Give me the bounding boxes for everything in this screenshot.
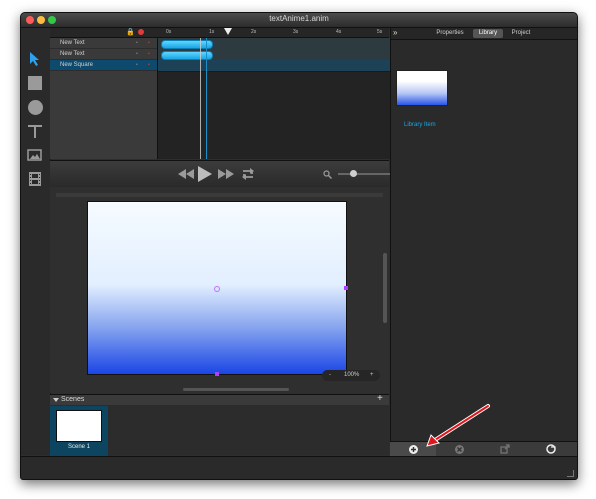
add-library-item-button[interactable] — [390, 442, 436, 456]
circle-icon — [27, 99, 43, 115]
scene-item[interactable]: Scene 1 — [50, 406, 108, 456]
layer-name: New Text — [60, 40, 85, 46]
zoom-out-button[interactable]: - — [329, 370, 331, 381]
zoom-level-label: 100% — [344, 372, 360, 378]
tick-3s: 3s — [293, 29, 299, 35]
add-scene-button[interactable]: + — [377, 394, 383, 404]
zoom-in-button[interactable]: + — [370, 370, 374, 381]
tick-0s: 0s — [166, 29, 172, 35]
transport-controls — [50, 160, 402, 188]
resize-handle[interactable] — [215, 372, 219, 376]
timeline-header: 🔒 0s 1s 2s 3s 4s 5s — [50, 28, 389, 38]
scene-label: Scene 1 — [67, 444, 91, 450]
window-title: textAnime1.anim — [269, 14, 329, 23]
resize-grip-icon[interactable] — [567, 470, 574, 477]
status-bar — [21, 456, 577, 479]
image-icon — [27, 149, 42, 161]
stage-zoom-control: - 100% + — [322, 370, 380, 381]
play-icon[interactable] — [198, 166, 212, 182]
disclosure-triangle-icon[interactable] — [53, 398, 59, 402]
text-icon — [28, 125, 42, 138]
scene-preview — [56, 410, 102, 442]
title-bar: textAnime1.anim — [21, 13, 577, 28]
scenes-list: Scene 1 — [50, 405, 389, 456]
video-tool-button[interactable] — [26, 170, 44, 188]
visibility-dot[interactable]: • — [148, 60, 150, 70]
lock-dot[interactable]: • — [136, 49, 138, 59]
stage-area: - 100% + — [50, 187, 389, 393]
resize-handle[interactable] — [344, 286, 348, 290]
zoom-magnifier-icon — [323, 170, 332, 179]
inspector-tabs: » Properties Library Project — [391, 28, 577, 40]
inspector-panel: » Properties Library Project Library Ite… — [390, 28, 577, 455]
refresh-library-button[interactable] — [528, 442, 574, 456]
stage-horizontal-scrollbar[interactable] — [183, 388, 289, 391]
collapse-panel-icon[interactable]: » — [393, 28, 397, 38]
scenes-title: Scenes — [61, 396, 85, 403]
external-link-icon — [500, 444, 510, 454]
loop-icon[interactable] — [240, 168, 256, 180]
delete-library-item-button[interactable] — [436, 442, 482, 456]
layer-name: New Text — [60, 51, 85, 57]
lock-dot[interactable]: • — [136, 38, 138, 48]
visibility-dot[interactable]: • — [148, 49, 150, 59]
arrow-pointer-icon — [30, 52, 39, 66]
visibility-dot[interactable]: • — [148, 38, 150, 48]
library-footer — [390, 441, 577, 456]
layer-row[interactable]: New Text • • — [50, 49, 157, 60]
text-tool-button[interactable] — [26, 122, 44, 140]
film-strip-icon — [29, 172, 41, 186]
tick-5s: 5s — [377, 29, 383, 35]
tab-properties[interactable]: Properties — [431, 29, 469, 38]
zoom-slider-thumb[interactable] — [350, 170, 357, 177]
playhead-icon[interactable] — [224, 28, 232, 36]
stage-canvas[interactable] — [87, 201, 348, 376]
library-item-thumbnail[interactable] — [396, 70, 448, 106]
refresh-icon — [546, 444, 556, 454]
app-window: textAnime1.anim 🔒 0s 1s 2s 3s 4s 5s New … — [20, 12, 578, 480]
layer-list: New Text • • New Text • • New Square • • — [50, 38, 157, 159]
playhead-line — [200, 38, 201, 159]
layer-row[interactable]: New Text • • — [50, 38, 157, 49]
timeline-tracks — [157, 38, 390, 159]
stage-top-ruler — [56, 193, 383, 197]
library-item-label[interactable]: Library Item — [404, 122, 436, 128]
rewind-icon[interactable] — [178, 169, 194, 179]
rectangle-tool-button[interactable] — [26, 74, 44, 92]
ellipse-tool-button[interactable] — [26, 98, 44, 116]
lock-icon[interactable]: 🔒 — [126, 28, 135, 36]
fast-forward-icon[interactable] — [218, 169, 234, 179]
plus-circle-icon — [408, 444, 418, 454]
time-marker-line — [206, 38, 207, 159]
layer-row-selected[interactable]: New Square • • — [50, 60, 157, 71]
square-icon — [28, 76, 42, 90]
tick-2s: 2s — [251, 29, 257, 35]
image-tool-button[interactable] — [26, 146, 44, 164]
tools-toolbar — [21, 28, 51, 455]
select-tool-button[interactable] — [26, 50, 44, 68]
tab-project[interactable]: Project — [507, 29, 535, 38]
tab-library[interactable]: Library — [473, 29, 503, 38]
export-library-item-button[interactable] — [482, 442, 528, 456]
tick-1s: 1s — [209, 29, 215, 35]
tick-4s: 4s — [336, 29, 342, 35]
x-circle-icon — [454, 444, 464, 454]
lock-dot[interactable]: • — [136, 60, 138, 70]
visibility-icon[interactable] — [138, 29, 144, 35]
anchor-point[interactable] — [214, 286, 220, 292]
layer-name: New Square — [60, 62, 94, 68]
stage-vertical-scrollbar[interactable] — [383, 253, 387, 323]
track-row-selected — [158, 60, 390, 72]
